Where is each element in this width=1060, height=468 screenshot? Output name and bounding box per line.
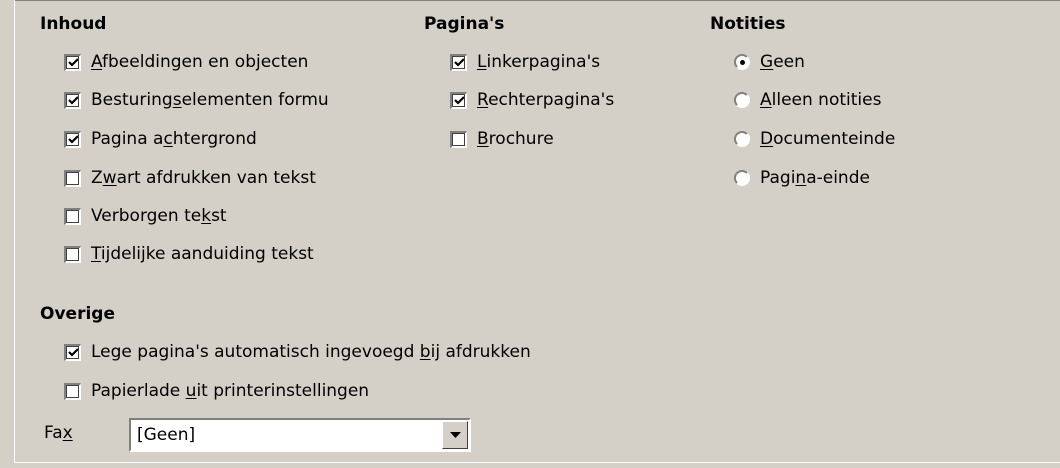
notities-heading: Notities [710,14,786,34]
option-verborgen-tekst[interactable]: Verborgen tekst [64,203,227,229]
checkbox[interactable] [64,91,81,109]
checkbox[interactable] [64,169,81,187]
radio-button[interactable] [734,54,750,70]
option-papierlade[interactable]: Papierlade uit printerinstellingen [64,378,369,404]
radio-geen[interactable]: Geen [734,49,805,75]
overige-heading: Overige [40,304,115,324]
radio-pagina-einde[interactable]: Pagina-einde [734,165,870,191]
checkbox[interactable] [64,245,81,263]
inhoud-heading: Inhoud [40,14,107,34]
chevron-down-icon [449,431,461,438]
fax-select-value: [Geen] [137,425,196,445]
fax-select[interactable]: [Geen] [129,418,471,452]
radio-documenteinde[interactable]: Documenteinde [734,126,895,152]
checkbox[interactable] [450,91,467,109]
option-pagina-achtergrond[interactable]: Pagina achtergrond [64,126,257,152]
paginas-heading: Pagina's [424,14,505,34]
option-besturingselementen[interactable]: Besturingselementen formu [64,87,329,113]
checkbox[interactable] [64,382,81,400]
checkbox[interactable] [450,53,467,71]
checkbox[interactable] [64,53,81,71]
radio-button[interactable] [734,92,750,108]
option-lege-paginas[interactable]: Lege pagina's automatisch ingevoegd bij … [64,339,531,365]
checkbox[interactable] [64,207,81,225]
checkbox[interactable] [64,130,81,148]
checkbox[interactable] [64,343,81,361]
option-tijdelijke-aanduiding[interactable]: Tijdelijke aanduiding tekst [64,241,314,267]
option-zwart-afdrukken[interactable]: Zwart afdrukken van tekst [64,165,316,191]
radio-button[interactable] [734,131,750,147]
option-brochure[interactable]: Brochure [450,126,554,152]
dropdown-button[interactable] [442,421,468,449]
fax-label: Fax [44,423,73,443]
option-rechterpaginas[interactable]: Rechterpagina's [450,87,614,113]
option-afbeeldingen[interactable]: Afbeeldingen en objecten [64,49,308,75]
checkbox[interactable] [450,130,467,148]
radio-alleen-notities[interactable]: Alleen notities [734,87,881,113]
option-linkerpaginas[interactable]: Linkerpagina's [450,49,600,75]
radio-button[interactable] [734,170,750,186]
